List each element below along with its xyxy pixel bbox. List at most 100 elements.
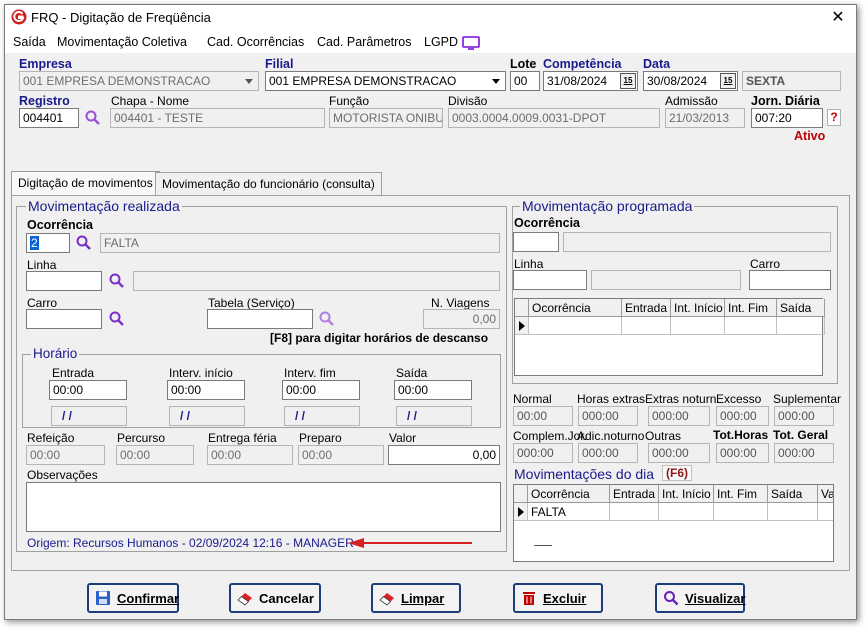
dia-title: Movimentações do dia [512, 466, 657, 482]
limpar-button[interactable]: Limpar [371, 583, 461, 613]
search-icon[interactable] [108, 272, 126, 290]
data-input[interactable]: 30/08/2024 15 [643, 71, 738, 91]
confirmar-button[interactable]: Confirmar [87, 583, 179, 613]
competencia-input[interactable]: 31/08/2024 15 [543, 71, 638, 91]
percurso-label: Percurso [117, 431, 166, 445]
total-label: Tot.Horas [713, 428, 769, 442]
registro-input[interactable]: 004401 [19, 108, 79, 128]
ocorrencia-code-input[interactable]: 2 [26, 233, 70, 253]
tabela-input[interactable] [207, 309, 313, 329]
total-value: 000:00 [578, 443, 638, 463]
data-label: Data [643, 57, 671, 71]
prog-ocorrencia-desc [563, 232, 831, 252]
preparo-label: Preparo [299, 431, 342, 445]
prog-grid-header: Ocorrência [529, 299, 622, 317]
total-value: 000:00 [774, 406, 834, 426]
tab-digitacao[interactable]: Digitação de movimentos [11, 171, 160, 196]
menu-cad-ocorrencias[interactable]: Cad. Ocorrências [207, 35, 304, 49]
search-icon[interactable] [108, 310, 126, 328]
scroll-handle[interactable] [534, 545, 552, 546]
search-icon[interactable] [84, 109, 102, 127]
interv-inicio-input[interactable]: 00:00 [167, 380, 245, 400]
total-value: 000:00 [774, 443, 834, 463]
admissao-label: Admissão [665, 94, 718, 108]
table-row[interactable]: FALTA [528, 503, 610, 521]
menu-saida[interactable]: Saída [13, 35, 46, 49]
prog-ocorrencia-code[interactable] [513, 232, 559, 252]
interv-fim-date-field: / / [284, 406, 360, 426]
observacoes-label: Observações [27, 468, 98, 482]
total-value: 000:00 [513, 443, 573, 463]
dia-grid[interactable]: Ocorrência Entrada Int. Início Int. Fim … [513, 484, 834, 562]
search-icon[interactable] [318, 310, 336, 328]
entrada-date-field: / / [51, 406, 127, 426]
saida-input[interactable]: 00:00 [394, 380, 472, 400]
refeicao-field: 00:00 [26, 445, 105, 465]
registro-label: Registro [19, 94, 70, 108]
viagens-label: N. Viagens [431, 296, 490, 310]
interv-fim-label: Interv. fim [284, 366, 336, 380]
total-value: 000:00 [716, 406, 769, 426]
tab-panel: Movimentação realizada Ocorrência 2 FALT… [11, 195, 850, 571]
funcao-field: MOTORISTA ONIBU [329, 108, 443, 128]
eraser-icon [237, 593, 252, 606]
chevron-down-icon [488, 72, 505, 90]
entrega-label: Entrega féria [208, 431, 277, 445]
prog-grid-header: Int. Fim [725, 299, 777, 317]
lote-input[interactable]: 00 [510, 71, 540, 91]
cancelar-button[interactable]: Cancelar [229, 583, 321, 613]
tab-movimentacao-consulta[interactable]: Movimentação do funcionário (consulta) [155, 172, 382, 195]
monitor-icon[interactable] [462, 36, 480, 50]
excluir-button[interactable]: Excluir [513, 583, 603, 613]
total-value: 000:00 [578, 406, 638, 426]
dia-grid-header: Int. Início [659, 485, 714, 503]
total-label: Complem.Jor. [513, 429, 588, 443]
calendar-icon[interactable]: 15 [620, 73, 636, 89]
prog-grid-header: Saída [777, 299, 825, 317]
search-icon[interactable] [75, 234, 93, 252]
funcao-label: Função [329, 94, 370, 108]
observacoes-textarea[interactable] [26, 482, 501, 532]
calendar-icon[interactable]: 15 [720, 73, 736, 89]
refeicao-label: Refeição [27, 431, 75, 445]
preparo-field: 00:00 [298, 445, 384, 465]
total-label: Outras [645, 429, 682, 443]
eraser-icon [379, 593, 394, 606]
total-value: 000:00 [648, 406, 710, 426]
prog-linha-input[interactable] [513, 270, 587, 290]
arrow-left-icon [348, 538, 472, 548]
dia-grid-header: Entrada [610, 485, 659, 503]
prog-carro-input[interactable] [749, 270, 831, 290]
entrada-input[interactable]: 00:00 [49, 380, 127, 400]
admissao-field: 21/03/2013 [665, 108, 745, 128]
menu-movimentacao-coletiva[interactable]: Movimentação Coletiva [57, 35, 187, 49]
interv-fim-input[interactable]: 00:00 [282, 380, 360, 400]
prog-linha-desc [591, 270, 741, 290]
close-icon[interactable]: ✕ [823, 6, 853, 30]
divisao-label: Divisão [448, 94, 488, 108]
entrada-label: Entrada [52, 366, 95, 380]
help-icon[interactable]: ? [827, 109, 841, 126]
linha-label: Linha [27, 258, 57, 272]
jornada-input[interactable]: 007:20 [751, 108, 823, 128]
total-label: Normal [513, 392, 552, 406]
valor-input[interactable]: 0,00 [388, 445, 500, 465]
f8-hint: [F8] para digitar horários de descanso [270, 331, 489, 345]
dia-hotkey-badge[interactable]: (F6) [662, 465, 692, 481]
total-value: 000:00 [716, 443, 769, 463]
menu-lgpd[interactable]: LGPD [424, 35, 458, 49]
carro-input[interactable] [26, 309, 102, 329]
viagens-field: 0,00 [423, 309, 500, 329]
dia-grid-header: Int. Fim [714, 485, 768, 503]
menu-cad-parametros[interactable]: Cad. Parâmetros [317, 35, 411, 49]
total-label: Horas extras [577, 392, 646, 406]
filial-select[interactable]: 001 EMPRESA DEMONSTRACAO [265, 71, 506, 91]
prog-grid[interactable]: Ocorrência Entrada Int. Início Int. Fim … [514, 298, 825, 376]
prog-grid-header: Entrada [622, 299, 671, 317]
visualizar-button[interactable]: Visualizar [655, 583, 745, 613]
chapa-nome-label: Chapa - Nome [111, 94, 190, 108]
entrega-field: 00:00 [207, 445, 293, 465]
filial-label: Filial [265, 57, 294, 71]
total-value: 00:00 [513, 406, 573, 426]
linha-input[interactable] [26, 271, 102, 291]
